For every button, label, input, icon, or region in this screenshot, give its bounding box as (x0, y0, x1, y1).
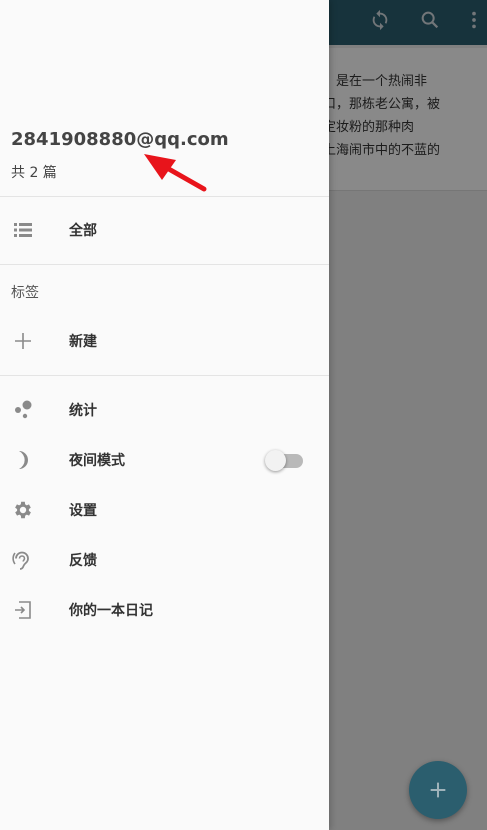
annotation-arrow-icon (144, 154, 207, 192)
